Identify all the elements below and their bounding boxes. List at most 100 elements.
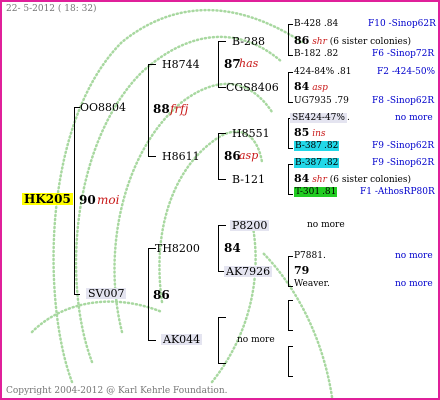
gen4-score: .81 — [321, 187, 338, 197]
gen4-source: no more — [395, 279, 433, 289]
gen4-row: 424-84% .81 — [294, 68, 351, 77]
connector — [288, 72, 289, 102]
gen4-group-tag: shr — [312, 37, 327, 47]
connector — [288, 346, 293, 347]
gen4-name[interactable]: B-387 — [294, 141, 323, 151]
gen3-c1-id[interactable]: P8200 — [230, 220, 270, 231]
gen4-group-score: 84 — [294, 80, 310, 93]
gen4-group-tag: shr — [312, 175, 327, 185]
connector — [288, 346, 289, 376]
connector — [218, 317, 226, 318]
gen4-score: .82 — [323, 141, 340, 151]
gen3-b1-id[interactable]: H8551 — [232, 128, 270, 139]
gen4-row: SE424-47%. — [290, 113, 350, 123]
connector — [218, 133, 219, 179]
connector — [288, 286, 293, 287]
gen3-a2-id[interactable]: CGS8406 — [226, 82, 279, 93]
gen4-row: Weaver. — [294, 280, 330, 289]
gen4-group-score: 85 — [294, 126, 310, 139]
connector — [288, 300, 293, 301]
root-tag: moi — [97, 193, 120, 207]
gen4-score: . — [326, 279, 330, 289]
connector — [218, 225, 219, 271]
gen4-source: F1 -AthosRP80R — [360, 187, 435, 197]
gen4-score: .84 — [323, 19, 339, 29]
gen4-source: F6 -Sinop72R — [372, 49, 435, 59]
gen2-d-id[interactable]: AK044 — [161, 334, 203, 345]
gen4-name[interactable]: B-387 — [294, 158, 323, 168]
sire-id[interactable]: OO8804 — [80, 102, 126, 113]
gen2-c-score: 84 — [224, 241, 241, 255]
connector — [288, 24, 293, 25]
connector — [288, 376, 293, 377]
pedigree-frame: 22- 5-2012 ( 18: 32) HK205 90 moi OO8804… — [0, 0, 440, 400]
gen4-source: no more — [395, 251, 433, 261]
connector — [288, 300, 289, 330]
connector — [218, 179, 226, 180]
gen4-name[interactable]: SE424-47% — [290, 113, 347, 123]
dam-id[interactable]: SV007 — [86, 288, 127, 299]
gen3-b2-id[interactable]: B-121 — [232, 174, 265, 185]
connector — [74, 107, 75, 294]
dam-score: 86 — [153, 288, 170, 302]
gen2-b-tag: asp — [239, 149, 259, 162]
gen3-c1-no-more: no more — [307, 220, 345, 230]
gen4-score: .81 — [337, 67, 352, 77]
gen2-b-id[interactable]: H8611 — [162, 151, 200, 162]
connector — [288, 256, 289, 286]
root-score: 90 — [79, 193, 96, 207]
connector — [288, 256, 293, 257]
connector — [148, 156, 156, 157]
gen2-a-id[interactable]: H8744 — [162, 59, 200, 70]
gen4-score: .82 — [323, 158, 340, 168]
gen4-row: B-428 .84 — [294, 20, 338, 29]
gen4-source: F9 -Sinop62R — [372, 158, 435, 168]
connector — [148, 248, 149, 340]
connector — [288, 164, 289, 194]
gen4-row: B-387.82 — [294, 141, 340, 151]
connector — [288, 55, 293, 56]
gen4-group-tag: ins — [312, 129, 326, 139]
gen4-score: .79 — [334, 96, 349, 106]
gen4-score: . — [346, 113, 350, 123]
connector — [218, 41, 226, 42]
gen2-d-no-more: no more — [237, 335, 275, 345]
gen4-row: UG7935 .79 — [294, 97, 349, 106]
gen4-name[interactable]: Weaver — [294, 279, 327, 289]
gen4-source: F2 -424-50% — [377, 67, 436, 77]
gen2-c-id[interactable]: TH8200 — [155, 243, 200, 254]
gen4-name[interactable]: UG7935 — [294, 96, 332, 106]
gen4-name[interactable]: 424-84% — [294, 67, 334, 77]
gen4-name[interactable]: B-428 — [294, 19, 321, 29]
gen4-group-score: 79 — [294, 264, 310, 277]
gen4-name[interactable]: P7881 — [294, 251, 323, 261]
gen4-group-score: 84 — [294, 172, 310, 185]
gen4-score: . — [322, 251, 326, 261]
connector — [218, 87, 226, 88]
connector — [74, 294, 80, 295]
connector — [288, 330, 293, 331]
sire-tag: frfj — [170, 102, 189, 116]
connector — [218, 317, 219, 363]
gen4-group-note: (6 sister colonies) — [329, 37, 411, 47]
gen4-row: P7881. — [294, 252, 326, 261]
gen3-a1-id[interactable]: B-288 — [232, 36, 265, 47]
gen4-row: B-387.82 — [294, 158, 340, 168]
gen4-name[interactable]: B-182 — [294, 49, 321, 59]
sire-score: 88 — [153, 102, 170, 116]
connector — [288, 164, 293, 165]
gen4-source: F9 -Sinop62R — [372, 141, 435, 151]
gen4-group-tag: asp — [312, 83, 328, 93]
connector — [148, 64, 156, 65]
connector — [218, 133, 226, 134]
gen4-source: F8 -Sinop62R — [372, 96, 435, 106]
connector — [288, 102, 293, 103]
gen4-group: 86 shr (6 sister colonies) — [294, 35, 411, 47]
root-id[interactable]: HK205 — [22, 193, 73, 205]
gen3-c2-id[interactable]: AK7926 — [224, 266, 273, 277]
gen4-source: no more — [395, 113, 433, 123]
gen4-row: T-301.81 — [294, 187, 338, 197]
gen4-name[interactable]: T-301 — [294, 187, 322, 197]
gen4-source: F10 -Sinop62R — [368, 19, 436, 29]
gen4-row: B-182 .82 — [294, 50, 338, 59]
